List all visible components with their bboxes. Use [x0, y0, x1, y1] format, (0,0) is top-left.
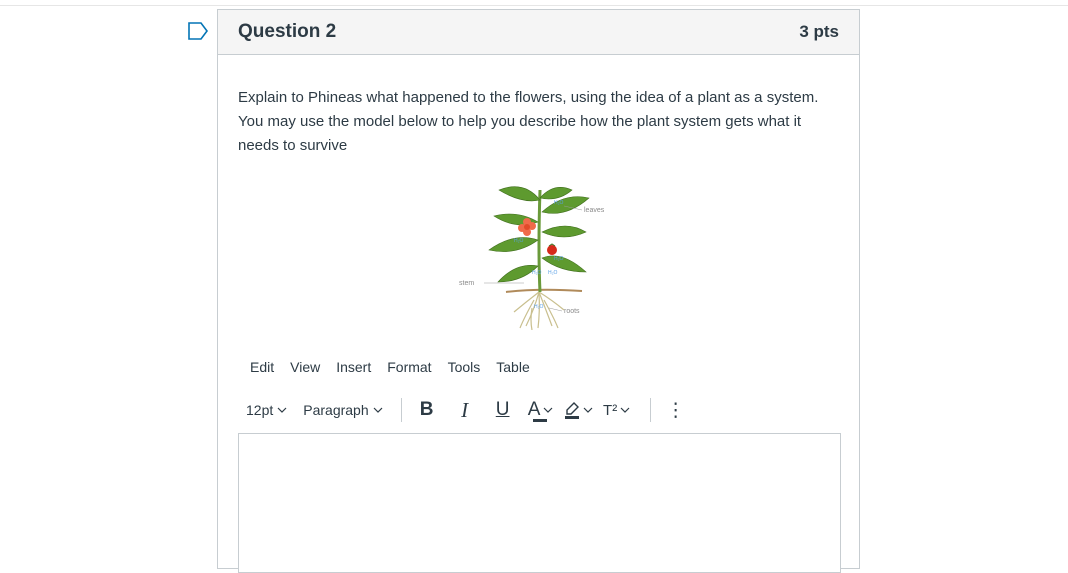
menu-tools[interactable]: Tools [440, 359, 489, 375]
label-roots: roots [564, 308, 580, 315]
superscript-icon: T² [603, 401, 618, 419]
label-leaves: leaves [584, 207, 605, 214]
editor-menubar: Edit View Insert Format Tools Table [250, 359, 538, 375]
menu-table[interactable]: Table [488, 359, 537, 375]
chevron-down-icon [277, 407, 287, 413]
question-header: Question 2 3 pts [218, 10, 859, 55]
question-text: Explain to Phineas what happened to the … [238, 89, 819, 154]
highlighter-icon [565, 402, 580, 419]
block-format-select[interactable]: Paragraph [295, 395, 390, 425]
h2o-label: H₂O [554, 200, 564, 206]
question-points: 3 pts [799, 22, 839, 41]
italic-button[interactable]: I [450, 395, 480, 425]
menu-format[interactable]: Format [379, 359, 439, 375]
text-color-icon: A [527, 399, 541, 420]
menu-edit[interactable]: Edit [250, 359, 282, 375]
question-title: Question 2 [238, 21, 337, 42]
highlight-color-button[interactable] [564, 395, 594, 425]
h2o-label: H₂O [514, 238, 524, 244]
h2o-label: H₂O [534, 304, 544, 310]
bold-button[interactable]: B [412, 395, 442, 425]
font-size-value: 12pt [246, 402, 274, 418]
chevron-down-icon [583, 407, 593, 413]
editor-toolbar: 12pt Paragraph B I U A T² ⋮ [238, 395, 699, 425]
flag-question-icon[interactable] [187, 21, 209, 41]
text-color-indicator [532, 419, 547, 422]
menu-view[interactable]: View [282, 359, 328, 375]
label-stem: stem [459, 280, 474, 287]
chevron-down-icon [544, 407, 553, 413]
h2o-label: H₂O [548, 270, 558, 276]
text-color-button[interactable]: A [526, 395, 556, 425]
superscript-button[interactable]: T² [602, 395, 632, 425]
h2o-label: H₂O [554, 256, 564, 262]
toolbar-separator [400, 398, 402, 422]
underline-button[interactable]: U [488, 395, 518, 425]
block-format-value: Paragraph [303, 402, 369, 418]
plant-system-diagram: H₂O H₂O H₂O H₂O H₂O H₂O leaves stem root… [459, 186, 605, 330]
chevron-down-icon [620, 407, 630, 413]
top-divider [0, 5, 1068, 6]
h2o-label: H₂O [532, 270, 542, 276]
menu-insert[interactable]: Insert [328, 359, 379, 375]
answer-editor-area[interactable] [238, 433, 841, 573]
question-card: Question 2 3 pts Explain to Phineas what… [217, 9, 860, 573]
toolbar-separator [649, 398, 651, 422]
chevron-down-icon [373, 407, 383, 413]
font-size-select[interactable]: 12pt [238, 395, 295, 425]
more-options-button[interactable]: ⋮ [661, 395, 691, 425]
